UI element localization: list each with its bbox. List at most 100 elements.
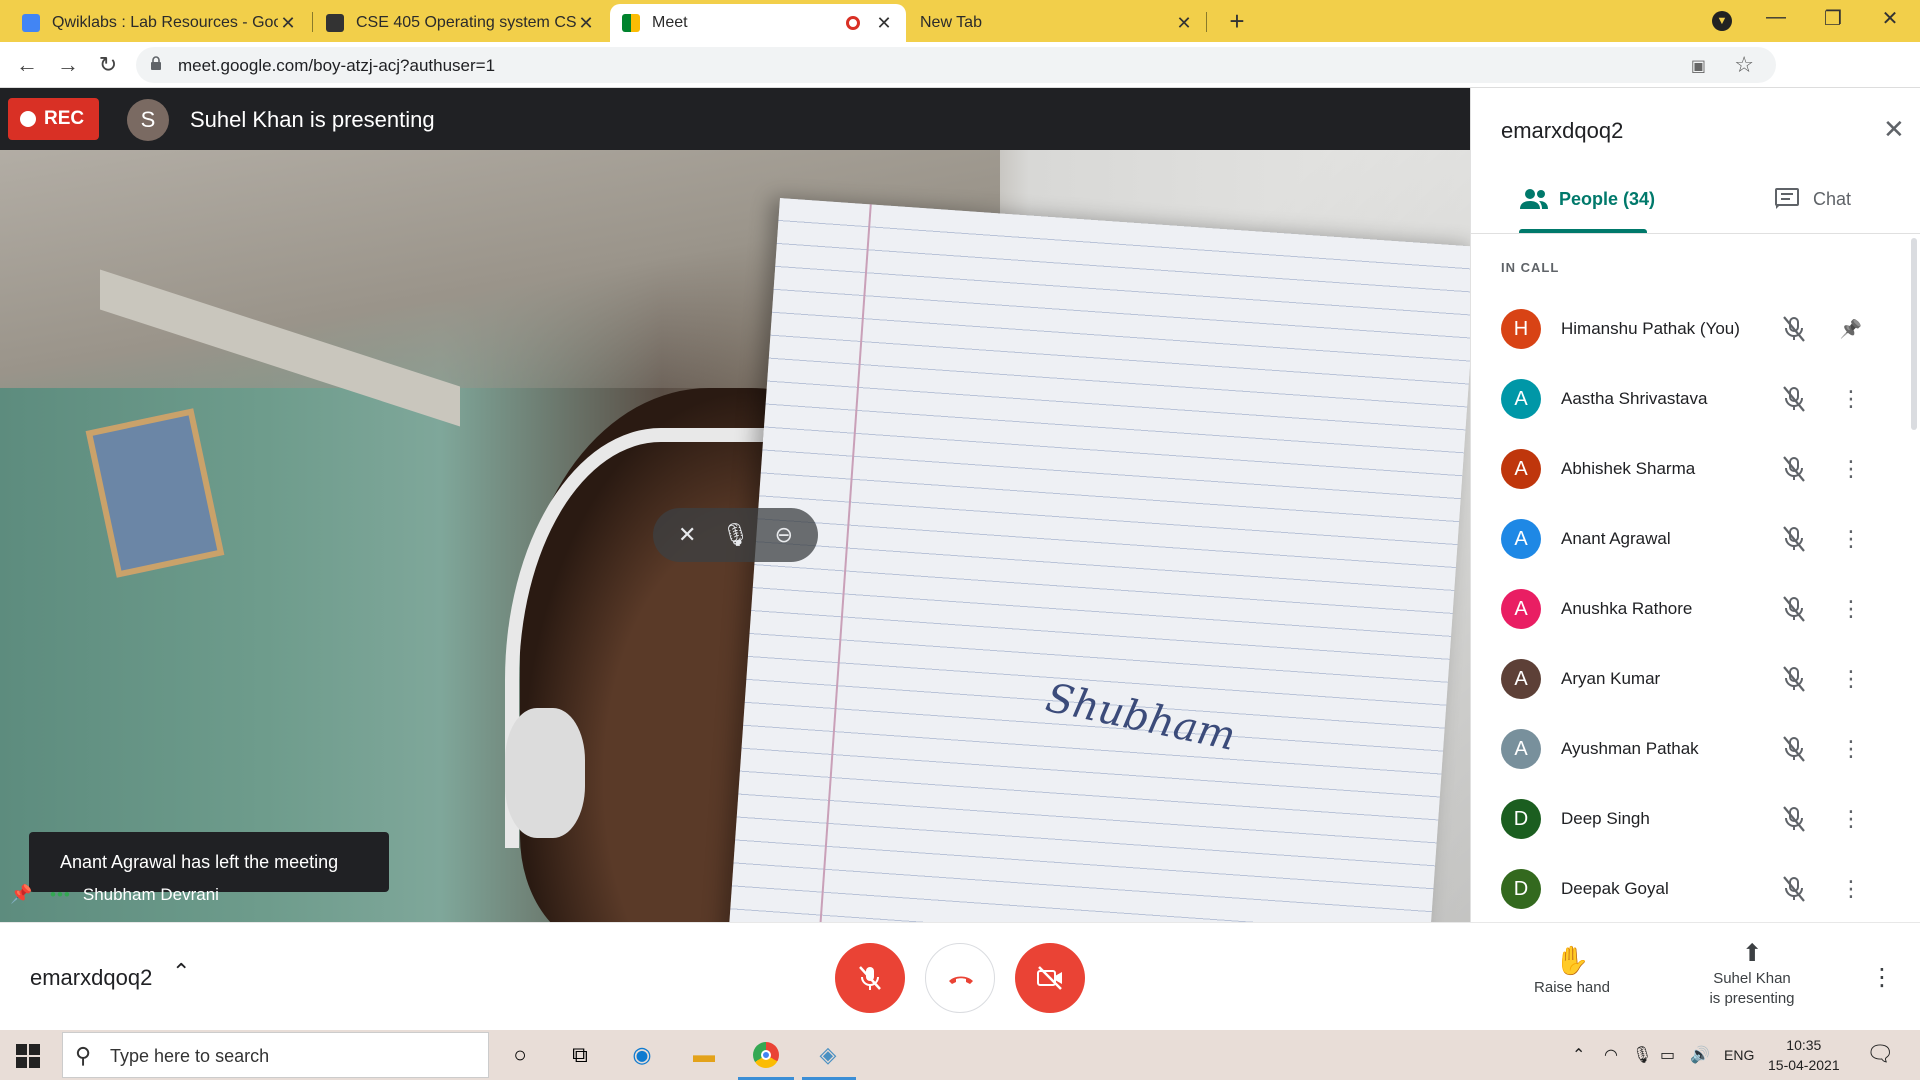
tab-qwiklabs[interactable]: Qwiklabs : Lab Resources - Goog ✕ xyxy=(10,4,310,42)
participant-row[interactable]: D Deep Singh ⋮ xyxy=(1471,784,1911,854)
participant-avatar: A xyxy=(1501,729,1541,769)
mic-toggle-button[interactable] xyxy=(835,943,905,1013)
new-tab-button[interactable]: + xyxy=(1222,6,1252,37)
leave-call-button[interactable] xyxy=(925,943,995,1013)
present-screen-icon: ⬆ xyxy=(1741,940,1763,967)
participant-left-toast: Anant Agrawal has left the meeting xyxy=(29,832,389,892)
tab-meet[interactable]: Meet ✕ xyxy=(610,4,906,42)
participant-row[interactable]: A Aastha Shrivastava ⋮ xyxy=(1471,364,1911,434)
maximize-icon[interactable]: ❐ xyxy=(1813,6,1853,31)
presenter-banner-text: Suhel Khan is presenting xyxy=(190,107,435,132)
mic-icon[interactable]: 🎙 xyxy=(720,522,750,548)
mic-muted-icon[interactable] xyxy=(1777,732,1811,766)
recording-label: REC xyxy=(44,108,85,129)
minimize-icon[interactable]: — xyxy=(1756,6,1796,29)
tab-people[interactable]: People (34) xyxy=(1519,188,1655,210)
notifications-icon[interactable]: 🗨 xyxy=(1866,1041,1894,1067)
pin-icon[interactable]: 📌 xyxy=(1834,312,1868,346)
more-vert-icon[interactable]: ⋮ xyxy=(1834,522,1868,556)
tab-divider xyxy=(312,12,313,32)
file-explorer-icon[interactable]: ▬ xyxy=(687,1038,721,1072)
participant-row[interactable]: A Ayushman Pathak ⋮ xyxy=(1471,714,1911,784)
app-icon[interactable]: ◈ xyxy=(811,1038,845,1072)
battery-icon[interactable]: ▭ xyxy=(1660,1045,1675,1065)
unpin-icon[interactable]: ✕ xyxy=(672,522,702,548)
tab-cse405[interactable]: CSE 405 Operating system CSE IV ✕ xyxy=(314,4,608,42)
camera-blocked-icon[interactable]: ▣ xyxy=(1691,56,1706,76)
participant-row[interactable]: A Abhishek Sharma ⋮ xyxy=(1471,434,1911,504)
language-indicator[interactable]: ENG xyxy=(1724,1047,1754,1063)
meeting-code[interactable]: emarxdqoq2 xyxy=(30,965,152,991)
reload-icon[interactable]: ↻ xyxy=(93,50,123,80)
close-tab-icon[interactable]: ✕ xyxy=(1174,13,1194,34)
raise-hand-button[interactable]: ✋ Raise hand xyxy=(1520,943,1624,996)
more-vert-icon[interactable]: ⋮ xyxy=(1834,732,1868,766)
address-bar[interactable]: meet.google.com/boy-atzj-acj?authuser=1 … xyxy=(136,47,1776,83)
docs-icon xyxy=(22,14,40,32)
mic-muted-icon[interactable] xyxy=(1777,452,1811,486)
classroom-icon xyxy=(326,14,344,32)
participant-name: Anushka Rathore xyxy=(1561,599,1693,618)
presentation-video: Shubham xyxy=(0,88,1470,922)
participant-row[interactable]: A Anant Agrawal ⋮ xyxy=(1471,504,1911,574)
chevron-up-icon[interactable]: ⌃ xyxy=(172,959,190,985)
tab-new-tab[interactable]: New Tab ✕ xyxy=(908,4,1206,42)
participant-name: Deepak Goyal xyxy=(1561,879,1669,898)
chrome-icon[interactable] xyxy=(749,1038,783,1072)
show-hidden-icons[interactable]: ⌃ xyxy=(1572,1045,1585,1065)
mic-muted-icon[interactable] xyxy=(1777,382,1811,416)
more-vert-icon[interactable]: ⋮ xyxy=(1834,802,1868,836)
volume-icon[interactable]: 🔊 xyxy=(1690,1045,1710,1065)
close-window-icon[interactable]: ✕ xyxy=(1870,6,1910,31)
clock-time: 10:35 xyxy=(1786,1037,1822,1053)
back-icon[interactable]: ← xyxy=(12,50,42,80)
tab-chat[interactable]: Chat xyxy=(1773,188,1851,210)
recording-badge[interactable]: REC xyxy=(8,98,99,140)
more-vert-icon[interactable]: ⋮ xyxy=(1834,662,1868,696)
more-vert-icon[interactable]: ⋮ xyxy=(1834,382,1868,416)
edge-icon[interactable]: ◉ xyxy=(625,1038,659,1072)
remove-icon[interactable]: ⊖ xyxy=(769,522,799,548)
windows-start-icon[interactable] xyxy=(14,1042,42,1070)
close-tab-icon[interactable]: ✕ xyxy=(576,13,596,34)
mic-muted-icon[interactable] xyxy=(1777,662,1811,696)
camera-toggle-button[interactable] xyxy=(1015,943,1085,1013)
forward-icon[interactable]: → xyxy=(53,50,83,80)
network-icon[interactable]: ◠ xyxy=(1604,1045,1618,1065)
close-panel-icon[interactable]: ✕ xyxy=(1883,114,1905,145)
people-tab-label: People (34) xyxy=(1559,188,1656,209)
mic-muted-icon[interactable] xyxy=(1777,312,1811,346)
participant-name: Aryan Kumar xyxy=(1561,669,1661,688)
task-view-icon[interactable]: ⧉ xyxy=(563,1038,597,1072)
more-vert-icon[interactable]: ⋮ xyxy=(1834,452,1868,486)
more-vert-icon[interactable]: ⋮ xyxy=(1834,872,1868,906)
mic-muted-icon[interactable] xyxy=(1777,592,1811,626)
mic-muted-icon[interactable] xyxy=(1777,802,1811,836)
system-clock[interactable]: 10:35 15-04-2021 xyxy=(1768,1035,1840,1075)
participant-row[interactable]: A Anushka Rathore ⋮ xyxy=(1471,574,1911,644)
notebook-margin-line xyxy=(816,204,872,922)
tab-divider xyxy=(1206,12,1207,32)
mic-muted-icon[interactable] xyxy=(1777,522,1811,556)
taskbar-search-box[interactable]: ⚲ Type here to search xyxy=(62,1032,489,1078)
tab-search-icon[interactable]: ▼ xyxy=(1712,11,1732,31)
participant-row[interactable]: D Deepak Goyal ⋮ xyxy=(1471,854,1911,924)
participant-list: H Himanshu Pathak (You) 📌 A Aastha Shrivasta… xyxy=(1471,294,1911,924)
presenting-banner: REC S Suhel Khan is presenting xyxy=(0,88,1470,150)
close-tab-icon[interactable]: ✕ xyxy=(278,13,298,34)
mic-muted-icon[interactable] xyxy=(1777,872,1811,906)
participant-row[interactable]: A Aryan Kumar ⋮ xyxy=(1471,644,1911,714)
video-notebook-page: Shubham xyxy=(726,198,1470,922)
taskbar-search-placeholder: Type here to search xyxy=(110,1046,270,1066)
participant-name: Deep Singh xyxy=(1561,809,1650,828)
more-options-icon[interactable]: ⋮ xyxy=(1870,963,1894,992)
presenting-button[interactable]: ⬆ Suhel Khan is presenting xyxy=(1690,939,1814,1009)
panel-scrollbar[interactable] xyxy=(1911,238,1917,430)
microphone-icon[interactable]: 🎙 xyxy=(1632,1045,1652,1065)
bookmark-star-icon[interactable]: ☆ xyxy=(1734,52,1754,78)
recording-indicator-icon xyxy=(846,16,860,30)
more-vert-icon[interactable]: ⋮ xyxy=(1834,592,1868,626)
participant-row[interactable]: H Himanshu Pathak (You) 📌 xyxy=(1471,294,1911,364)
close-tab-icon[interactable]: ✕ xyxy=(874,13,894,34)
cortana-icon[interactable]: ○ xyxy=(503,1038,537,1072)
